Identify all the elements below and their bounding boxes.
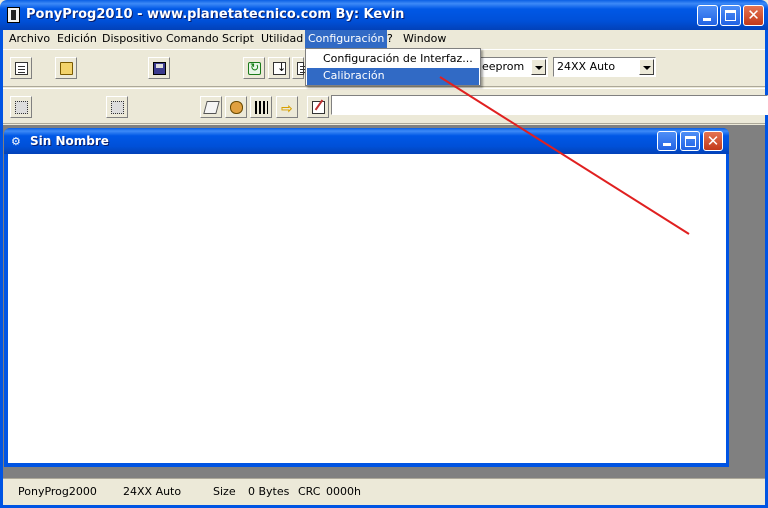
family-select-value: eeprom [482, 60, 525, 73]
menu-dispositivo[interactable]: Dispositivo [102, 30, 162, 48]
sort-button[interactable] [268, 57, 290, 79]
script-edit-button[interactable] [307, 96, 329, 118]
child-window-title: Sin Nombre [30, 134, 109, 148]
menu-help[interactable]: ? [387, 30, 393, 48]
child-title-bar: ⚙ Sin Nombre ✕ [4, 128, 729, 154]
script-input[interactable] [331, 95, 768, 115]
save-button[interactable] [148, 57, 170, 79]
status-device: 24XX Auto [123, 485, 182, 498]
status-crc-value: 0000h [326, 485, 361, 498]
configuracion-menu: Configuración de Interfaz... Calibración [305, 48, 481, 86]
erase-icon [203, 101, 220, 114]
maximize-icon [725, 10, 736, 21]
open-folder-icon [60, 62, 73, 75]
sort-icon [273, 61, 286, 75]
read-device-button[interactable] [10, 96, 32, 118]
reload-icon [248, 61, 261, 75]
arrow-right-icon: ⇨ [281, 101, 293, 117]
program-button[interactable]: ⇨ [276, 96, 298, 118]
menu-utilidad[interactable]: Utilidad [261, 30, 303, 48]
script-edit-icon [312, 101, 325, 114]
child-window-icon[interactable]: ⚙ [11, 136, 25, 148]
minimize-icon [663, 143, 671, 146]
status-crc-label: CRC [298, 485, 321, 498]
menu-window[interactable]: Window [403, 30, 446, 48]
memory-grid-icon [255, 101, 268, 114]
device-select-value: 24XX Auto [557, 60, 616, 73]
close-icon: ✕ [747, 6, 760, 24]
new-button[interactable] [10, 57, 32, 79]
read-device-icon [15, 101, 28, 114]
menu-script[interactable]: Script [222, 30, 254, 48]
status-size-value: 0 Bytes [248, 485, 290, 498]
child-window: ⚙ Sin Nombre ✕ [4, 128, 729, 467]
new-document-icon [15, 62, 28, 75]
print-button[interactable] [292, 57, 307, 79]
child-maximize-button[interactable] [680, 131, 700, 151]
menu-archivo[interactable]: Archivo [9, 30, 50, 48]
menu-item-configuracion-interfaz[interactable]: Configuración de Interfaz... [307, 51, 479, 68]
minimize-icon [703, 18, 711, 21]
erase-button[interactable] [200, 96, 222, 118]
child-minimize-button[interactable] [657, 131, 677, 151]
write-device-icon [111, 101, 124, 114]
menu-comando[interactable]: Comando [166, 30, 219, 48]
window-title: PonyProg2010 - www.planetatecnico.com By… [26, 7, 405, 22]
maximize-button[interactable] [720, 5, 741, 26]
lock-icon [230, 101, 243, 114]
open-button[interactable] [55, 57, 77, 79]
minimize-button[interactable] [697, 5, 718, 26]
child-close-button[interactable]: ✕ [703, 131, 723, 151]
save-disk-icon [153, 62, 166, 75]
write-device-button[interactable] [106, 96, 128, 118]
print-icon [297, 62, 307, 75]
status-app: PonyProg2000 [18, 485, 97, 498]
menu-bar: Archivo Edición Dispositivo Comando Scri… [3, 30, 765, 48]
chevron-down-icon[interactable] [531, 59, 546, 75]
menu-edicion[interactable]: Edición [57, 30, 97, 48]
family-select[interactable]: eeprom [478, 57, 548, 77]
title-bar: PonyProg2010 - www.planetatecnico.com By… [0, 0, 768, 30]
chevron-down-icon[interactable] [639, 59, 654, 75]
status-size-label: Size [213, 485, 236, 498]
menu-configuracion[interactable]: Configuración [305, 30, 388, 48]
menu-item-calibracion[interactable]: Calibración [307, 68, 479, 85]
close-icon: ✕ [706, 132, 720, 150]
maximize-icon [685, 136, 696, 147]
close-button[interactable]: ✕ [743, 5, 764, 26]
device-select[interactable]: 24XX Auto [553, 57, 656, 77]
app-icon[interactable] [7, 7, 20, 23]
reload-button[interactable] [243, 57, 265, 79]
lock-button[interactable] [225, 96, 247, 118]
status-bar: PonyProg2000 24XX Auto Size 0 Bytes CRC … [3, 478, 765, 505]
memory-grid-button[interactable] [250, 96, 272, 118]
child-window-content[interactable] [8, 154, 726, 463]
